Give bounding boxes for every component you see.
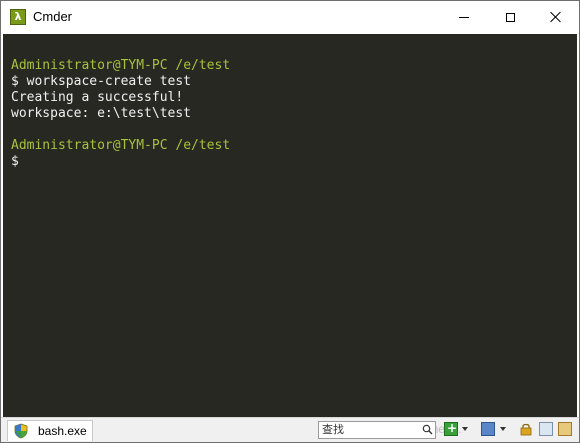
close-button[interactable] xyxy=(533,1,579,33)
output-line: Creating a successful! xyxy=(11,90,184,105)
minimize-button[interactable] xyxy=(441,1,487,33)
terminal-console[interactable]: Administrator@TYM-PC /e/test $ workspace-… xyxy=(3,34,577,417)
output-line: $ xyxy=(11,154,19,169)
panel-icon[interactable] xyxy=(539,422,553,436)
save-dropdown-icon[interactable] xyxy=(498,422,508,436)
maximize-button[interactable] xyxy=(487,1,533,33)
lambda-icon[interactable]: λ xyxy=(10,9,26,25)
grid-icon[interactable] xyxy=(558,422,572,436)
prompt-line: Administrator@TYM-PC /e/test xyxy=(11,138,577,154)
title-bar[interactable]: λ Cmder xyxy=(1,1,579,33)
add-console-icon[interactable] xyxy=(444,421,458,436)
cmder-window: λ Cmder Administrator@TYM-PC /e/test $ wo… xyxy=(0,0,580,443)
save-icon[interactable] xyxy=(481,422,495,436)
prompt-line: Administrator@TYM-PC /e/test xyxy=(11,58,577,74)
search-icon[interactable] xyxy=(422,424,433,435)
status-bar: bash.exe https://blog.csdn.net/... 查找 xyxy=(1,417,579,442)
tab-bash[interactable]: bash.exe xyxy=(7,420,93,441)
search-placeholder: 查找 xyxy=(322,423,344,436)
shield-icon xyxy=(14,423,28,439)
search-input[interactable]: 查找 xyxy=(318,421,436,439)
maximize-icon xyxy=(505,12,515,22)
add-console-dropdown-icon[interactable] xyxy=(460,422,470,436)
lock-icon[interactable] xyxy=(519,422,533,436)
close-icon xyxy=(550,11,562,23)
prompt-user: Administrator@TYM-PC xyxy=(11,138,168,153)
prompt-path: /e/test xyxy=(175,58,231,73)
prompt-user: Administrator@TYM-PC xyxy=(11,58,168,73)
prompt-path: /e/test xyxy=(175,138,231,153)
output-line: workspace: e:\test\test xyxy=(11,106,192,121)
window-title: Cmder xyxy=(33,9,73,24)
minimize-icon xyxy=(459,16,469,18)
output-line: $ workspace-create test xyxy=(11,74,192,89)
tab-label: bash.exe xyxy=(38,424,87,438)
